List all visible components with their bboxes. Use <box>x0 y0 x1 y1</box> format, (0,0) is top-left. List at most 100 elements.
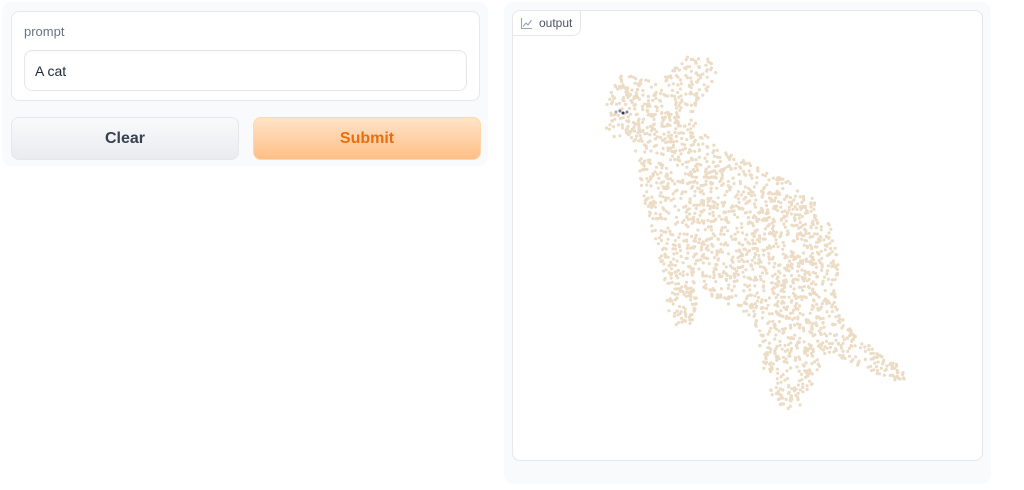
point <box>797 285 802 289</box>
point <box>655 172 660 176</box>
point <box>819 249 823 253</box>
point <box>822 325 826 329</box>
point <box>843 356 847 360</box>
point <box>707 165 711 169</box>
point <box>705 89 709 93</box>
point <box>661 180 665 184</box>
point <box>801 326 805 330</box>
point <box>833 295 837 299</box>
point <box>691 135 695 139</box>
point <box>741 190 746 194</box>
point <box>794 256 798 261</box>
point <box>818 364 822 368</box>
point <box>744 195 748 199</box>
point <box>679 248 683 253</box>
prompt-input[interactable] <box>24 50 467 91</box>
point <box>720 274 724 279</box>
point <box>802 329 806 333</box>
point <box>793 323 797 327</box>
clear-button[interactable]: Clear <box>11 117 239 160</box>
point <box>637 84 641 88</box>
point <box>770 287 774 291</box>
point <box>736 215 740 219</box>
point <box>756 169 760 173</box>
point <box>802 340 806 344</box>
point <box>684 256 688 260</box>
point <box>652 117 656 121</box>
point <box>687 83 691 87</box>
point <box>698 148 702 152</box>
point <box>635 112 639 116</box>
point <box>760 307 764 311</box>
point <box>749 306 753 310</box>
point <box>679 316 684 320</box>
point <box>690 175 695 179</box>
submit-button[interactable]: Submit <box>253 117 481 160</box>
point <box>791 291 795 296</box>
point <box>673 239 677 243</box>
point <box>796 383 800 387</box>
point <box>786 348 790 352</box>
point <box>675 66 679 70</box>
point <box>753 302 757 306</box>
point <box>692 309 696 313</box>
point <box>680 162 685 166</box>
point <box>811 270 815 274</box>
point-cloud-plot[interactable] <box>513 11 982 460</box>
point <box>660 111 664 115</box>
point <box>691 245 695 249</box>
point <box>811 304 815 308</box>
point <box>774 296 778 300</box>
point <box>685 165 689 169</box>
point <box>673 130 677 135</box>
point <box>798 195 802 199</box>
point <box>870 347 874 351</box>
point <box>776 181 780 185</box>
point <box>685 208 689 212</box>
point <box>807 270 811 274</box>
point <box>757 253 761 258</box>
point <box>800 298 804 302</box>
point <box>779 233 783 238</box>
point <box>829 282 833 286</box>
point <box>753 275 757 279</box>
point <box>620 123 624 127</box>
point <box>825 310 829 314</box>
point <box>655 151 659 155</box>
point <box>741 169 746 173</box>
point <box>770 192 774 196</box>
point <box>775 344 779 348</box>
point <box>816 339 820 343</box>
point <box>716 202 720 207</box>
point <box>773 337 777 341</box>
point <box>857 359 861 363</box>
point <box>809 345 813 349</box>
point <box>673 98 677 102</box>
point <box>828 241 832 245</box>
eye-point <box>625 110 629 114</box>
point <box>805 209 809 213</box>
point <box>704 274 708 278</box>
point <box>810 331 814 335</box>
point <box>665 187 669 191</box>
point <box>678 148 682 153</box>
point <box>768 362 772 366</box>
point <box>648 201 652 205</box>
point <box>690 217 694 221</box>
point <box>684 92 688 96</box>
point <box>775 354 779 358</box>
point <box>818 238 822 243</box>
point <box>775 192 779 196</box>
point <box>732 209 736 213</box>
point <box>691 109 695 113</box>
point <box>867 348 871 352</box>
point <box>798 336 802 340</box>
point <box>719 217 724 221</box>
point <box>773 261 777 265</box>
point <box>767 251 771 256</box>
point <box>719 178 723 182</box>
point <box>767 178 771 182</box>
point <box>685 65 689 69</box>
point <box>752 314 756 318</box>
point <box>716 257 720 261</box>
